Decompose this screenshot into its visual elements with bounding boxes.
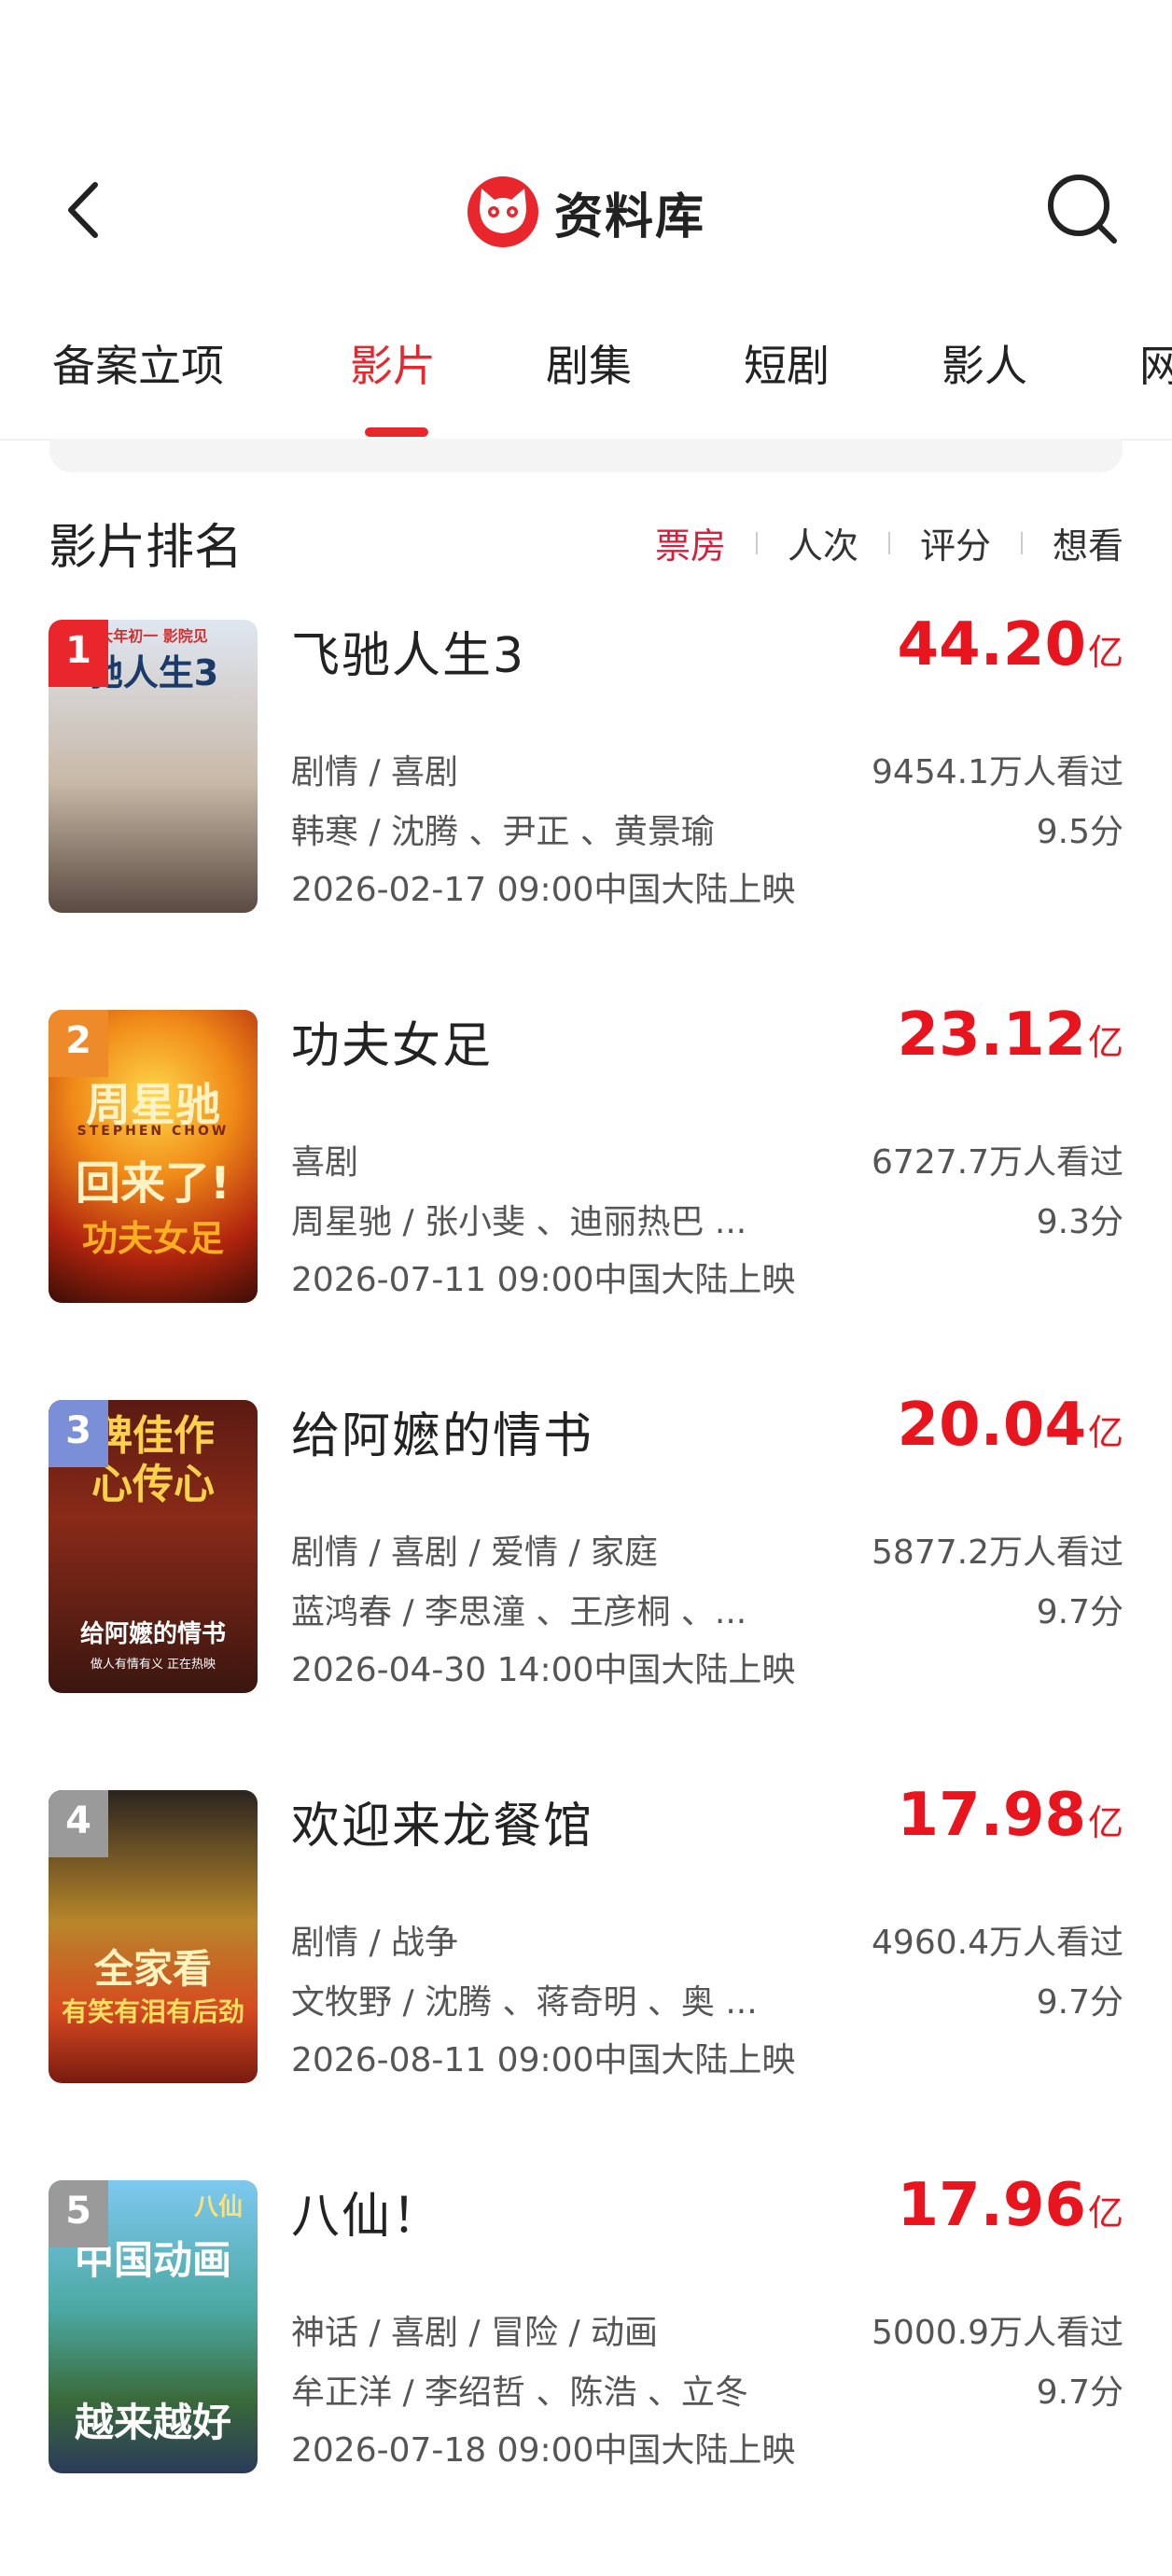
rank-badge: 5 — [49, 2180, 108, 2247]
box-office: 17.96亿 — [897, 2171, 1123, 2240]
movie-genre: 剧情 / 战争 — [291, 1924, 459, 1962]
movie-item[interactable]: 碑佳作 心传心 给阿嬷的情书 做人有情有义 正在热映 3 给阿嬷的情书 20.0… — [0, 1391, 1172, 1704]
movie-title[interactable]: 给阿嬷的情书 — [291, 1396, 593, 1466]
divider — [887, 531, 890, 554]
tab-short-drama[interactable]: 短剧 — [744, 332, 830, 394]
search-icon — [1048, 175, 1117, 244]
movie-genre: 剧情 / 喜剧 / 爱情 / 家庭 — [291, 1533, 659, 1572]
cat-eye-logo-icon — [467, 176, 538, 247]
viewer-count: 6727.7万人看过 — [872, 1143, 1123, 1182]
movie-title[interactable]: 八仙！ — [291, 2177, 442, 2247]
sort-attendance[interactable]: 人次 — [788, 517, 858, 568]
viewer-count: 5877.2万人看过 — [872, 1533, 1123, 1572]
poster-text: 回来了! — [76, 1157, 230, 1210]
box-office: 17.98亿 — [897, 1781, 1123, 1850]
movie-poster[interactable]: 周星驰 STEPHEN CHOW 回来了! 功夫女足 2 — [49, 1010, 258, 1303]
top-bar: 资料库 — [0, 149, 1172, 271]
tab-filing[interactable]: 备案立项 — [52, 332, 224, 394]
movie-cast: 蓝鸿春 / 李思潼 、王彦桐 、... — [291, 1593, 747, 1631]
release-info: 2026-07-18 09:00中国大陆上映 — [291, 2431, 796, 2470]
poster-text: 给阿嬷的情书 — [79, 1620, 226, 1648]
sort-want-to-see[interactable]: 想看 — [1053, 517, 1123, 568]
sort-options: 票房 人次 评分 想看 — [655, 517, 1123, 568]
movie-item[interactable]: 全家看 有笑有泪有后劲 4 欢迎来龙餐馆 17.98亿 剧情 / 战争 文牧野 … — [0, 1781, 1172, 2094]
divider — [755, 531, 758, 554]
viewer-count: 9454.1万人看过 — [872, 753, 1123, 791]
poster-text: 做人有情有义 正在热映 — [90, 1658, 216, 1672]
section-header: 影片排名 票房 人次 评分 想看 — [49, 504, 1123, 579]
sort-box-office[interactable]: 票房 — [655, 517, 726, 568]
movie-score: 9.7分 — [1036, 1983, 1123, 2022]
tab-web[interactable]: 网 — [1139, 332, 1172, 394]
rank-badge: 2 — [49, 1010, 108, 1077]
movie-genre: 剧情 / 喜剧 — [291, 753, 459, 791]
page-title: 资料库 — [553, 189, 705, 245]
movie-cast: 韩寒 / 沈腾 、尹正 、黄景瑜 — [291, 813, 715, 851]
movie-score: 9.5分 — [1036, 813, 1123, 851]
box-office: 44.20亿 — [897, 610, 1123, 679]
banner-bottom-edge — [49, 439, 1123, 472]
movie-score: 9.7分 — [1036, 2373, 1123, 2412]
sort-rating[interactable]: 评分 — [920, 517, 991, 568]
movie-poster[interactable]: 大年初一 影院见 驰人生3 1 — [49, 620, 258, 913]
viewer-count: 4960.4万人看过 — [872, 1924, 1123, 1962]
movie-poster[interactable]: 八仙 中国动画 越来越好 5 — [49, 2180, 258, 2473]
movie-score: 9.7分 — [1036, 1593, 1123, 1631]
movie-genre: 神话 / 喜剧 / 冒险 / 动画 — [291, 2314, 659, 2352]
release-info: 2026-02-17 09:00中国大陆上映 — [291, 871, 796, 909]
viewer-count: 5000.9万人看过 — [872, 2314, 1123, 2352]
tab-series[interactable]: 剧集 — [546, 332, 632, 394]
movie-poster[interactable]: 全家看 有笑有泪有后劲 4 — [49, 1790, 258, 2083]
release-info: 2026-07-11 09:00中国大陆上映 — [291, 1261, 796, 1299]
movie-poster[interactable]: 碑佳作 心传心 给阿嬷的情书 做人有情有义 正在热映 3 — [49, 1400, 258, 1693]
rank-badge: 1 — [49, 620, 108, 687]
section-title: 影片排名 — [49, 520, 244, 576]
tab-people[interactable]: 影人 — [942, 332, 1027, 394]
box-office: 20.04亿 — [897, 1391, 1123, 1460]
active-tab-indicator — [365, 427, 428, 437]
movie-title[interactable]: 功夫女足 — [291, 1006, 493, 1076]
rank-badge: 3 — [49, 1400, 108, 1467]
movie-cast: 牟正洋 / 李绍哲 、陈浩 、立冬 — [291, 2373, 748, 2412]
search-button[interactable] — [1043, 170, 1122, 248]
movie-title[interactable]: 飞驰人生3 — [291, 616, 525, 686]
poster-text: STEPHEN CHOW — [77, 1124, 230, 1139]
tab-films[interactable]: 影片 — [350, 332, 436, 394]
movie-title[interactable]: 欢迎来龙餐馆 — [291, 1786, 593, 1856]
rank-badge: 4 — [49, 1790, 108, 1857]
release-info: 2026-04-30 14:00中国大陆上映 — [291, 1651, 796, 1689]
movie-item[interactable]: 八仙 中国动画 越来越好 5 八仙！ 17.96亿 神话 / 喜剧 / 冒险 /… — [0, 2171, 1172, 2485]
movie-genre: 喜剧 — [291, 1143, 359, 1182]
movie-cast: 文牧野 / 沈腾 、蒋奇明 、奥 ... — [291, 1983, 758, 2022]
movie-item[interactable]: 大年初一 影院见 驰人生3 1 飞驰人生3 44.20亿 剧情 / 喜剧 韩寒 … — [0, 610, 1172, 924]
poster-text: 越来越好 — [74, 2400, 231, 2445]
movie-score: 9.3分 — [1036, 1203, 1123, 1241]
release-info: 2026-08-11 09:00中国大陆上映 — [291, 2041, 796, 2079]
category-tabs: 备案立项 影片 剧集 短剧 影人 网 — [0, 317, 1172, 441]
movie-cast: 周星驰 / 张小斐 、迪丽热巴 ... — [291, 1203, 747, 1241]
poster-text: 全家看 — [93, 1946, 212, 1992]
box-office: 23.12亿 — [897, 1001, 1123, 1070]
poster-text: 功夫女足 — [81, 1218, 224, 1259]
divider — [1020, 531, 1023, 554]
movie-item[interactable]: 周星驰 STEPHEN CHOW 回来了! 功夫女足 2 功夫女足 23.12亿… — [0, 1001, 1172, 1314]
poster-text: 有笑有泪有后劲 — [61, 1996, 244, 2027]
